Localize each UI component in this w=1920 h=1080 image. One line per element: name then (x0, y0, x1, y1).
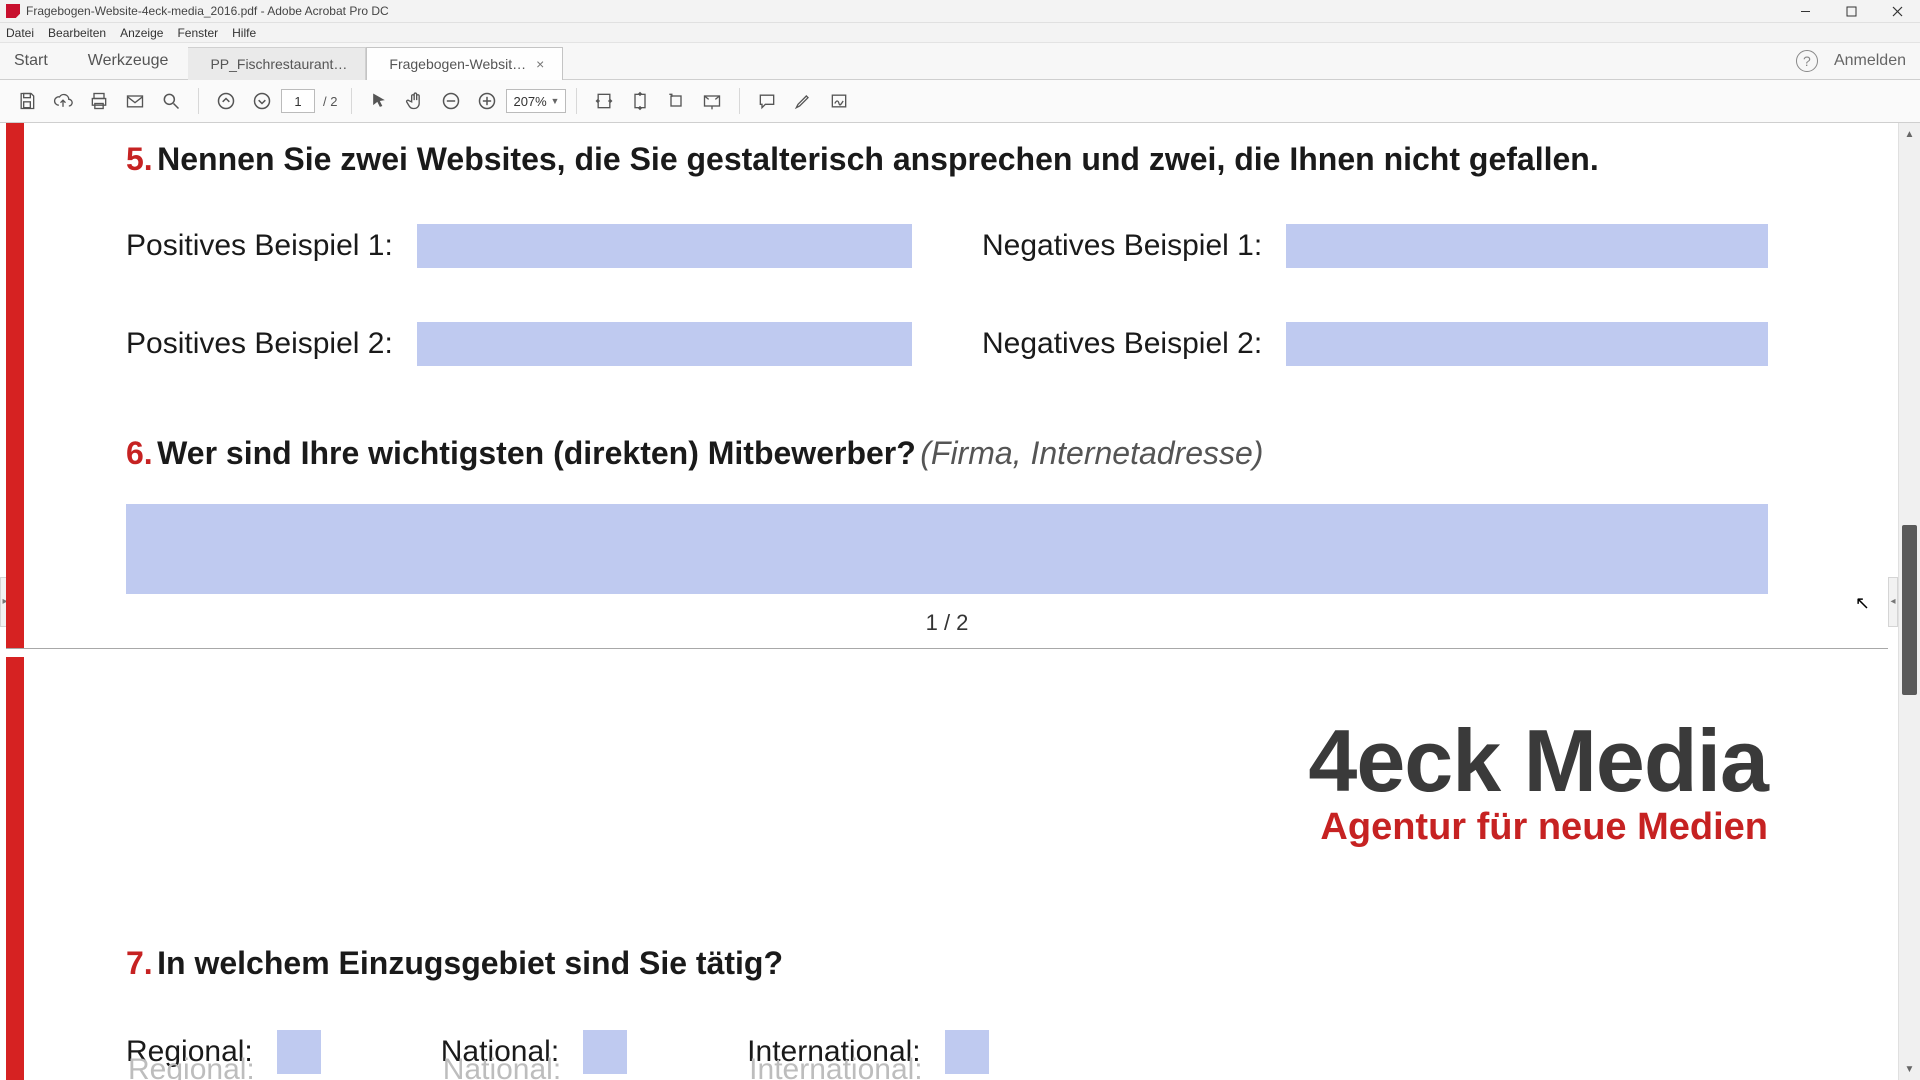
negative-example-2-label: Negatives Beispiel 2: (982, 327, 1262, 361)
highlight-icon[interactable] (786, 84, 820, 118)
document-tab-1[interactable]: PP_Fischrestaurant… (188, 47, 366, 80)
tabsrow: Start Werkzeuge PP_Fischrestaurant… Frag… (0, 43, 1920, 80)
negative-example-2-field[interactable] (1286, 322, 1768, 366)
titlebar: Fragebogen-Website-4eck-media_2016.pdf -… (0, 0, 1920, 23)
menu-anzeige[interactable]: Anzeige (120, 26, 163, 40)
page-red-sidebar (6, 657, 24, 1080)
scroll-thumb[interactable] (1902, 525, 1917, 695)
comment-icon[interactable] (750, 84, 784, 118)
home-tab[interactable]: Start (0, 52, 68, 70)
positive-example-1-field[interactable] (417, 224, 912, 268)
question-7-title: In welchem Einzugsgebiet sind Sie tätig? (157, 945, 783, 981)
window-maximize-button[interactable] (1828, 0, 1874, 23)
menu-hilfe[interactable]: Hilfe (232, 26, 256, 40)
brand-main-text: 4eck Media (1308, 721, 1768, 800)
pdf-page-2: 4eck Media Agentur für neue Medien 7. In… (6, 657, 1888, 1080)
regional-label: Regional: (126, 1035, 253, 1069)
right-panel-handle[interactable]: ◂ (1888, 577, 1898, 627)
menubar: Datei Bearbeiten Anzeige Fenster Hilfe (0, 23, 1920, 43)
fit-page-icon[interactable] (623, 84, 657, 118)
page-red-sidebar (6, 123, 24, 648)
pdf-page-1: 5. Nennen Sie zwei Websites, die Sie ges… (6, 123, 1888, 649)
butterfly-watermark-icon (34, 1061, 116, 1080)
menu-fenster[interactable]: Fenster (177, 26, 218, 40)
help-icon[interactable]: ? (1796, 50, 1818, 72)
international-label: International: (747, 1035, 920, 1069)
menu-datei[interactable]: Datei (6, 26, 34, 40)
question-6-hint: (Firma, Internetadresse) (920, 435, 1263, 471)
question-5-title: Nennen Sie zwei Websites, die Sie gestal… (157, 141, 1599, 177)
brand-logo: 4eck Media Agentur für neue Medien (1308, 721, 1768, 849)
chevron-down-icon: ▼ (551, 96, 560, 106)
zoom-select[interactable]: 207% ▼ (506, 89, 566, 113)
rotate-icon[interactable] (659, 84, 693, 118)
international-checkbox[interactable] (945, 1030, 989, 1074)
scroll-up-arrow-icon[interactable]: ▲ (1899, 123, 1920, 145)
positive-example-2-field[interactable] (417, 322, 912, 366)
zoom-in-icon[interactable] (470, 84, 504, 118)
page-up-icon[interactable] (209, 84, 243, 118)
mail-icon[interactable] (118, 84, 152, 118)
zoom-out-icon[interactable] (434, 84, 468, 118)
negative-example-1-label: Negatives Beispiel 1: (982, 229, 1262, 263)
document-tab-2-label: Fragebogen-Websit… (389, 56, 526, 72)
question-7: 7. In welchem Einzugsgebiet sind Sie tät… (126, 945, 1768, 1074)
negative-example-1-field[interactable] (1286, 224, 1768, 268)
scroll-down-arrow-icon[interactable]: ▼ (1899, 1058, 1920, 1080)
fit-width-icon[interactable] (587, 84, 621, 118)
window-minimize-button[interactable] (1782, 0, 1828, 23)
page-footer: 1 / 2 (926, 610, 969, 636)
selection-arrow-icon[interactable] (362, 84, 396, 118)
document-tab-2-close-icon[interactable]: × (526, 56, 544, 72)
signin-button[interactable]: Anmelden (1834, 52, 1906, 70)
window-close-button[interactable] (1874, 0, 1920, 23)
save-icon[interactable] (10, 84, 44, 118)
hand-tool-icon[interactable] (398, 84, 432, 118)
vertical-scrollbar[interactable]: ▲ ▼ (1898, 123, 1920, 1080)
signature-icon[interactable] (822, 84, 856, 118)
national-checkbox[interactable] (583, 1030, 627, 1074)
tools-tab[interactable]: Werkzeuge (68, 52, 189, 70)
question-5-number: 5. (126, 141, 153, 177)
document-tab-2[interactable]: Fragebogen-Websit… × (366, 47, 563, 80)
document-tab-1-label: PP_Fischrestaurant… (210, 56, 347, 72)
competitors-field[interactable] (126, 504, 1768, 594)
search-icon[interactable] (154, 84, 188, 118)
page-down-icon[interactable] (245, 84, 279, 118)
window-title: Fragebogen-Website-4eck-media_2016.pdf -… (26, 4, 389, 18)
positive-example-1-label: Positives Beispiel 1: (126, 229, 393, 263)
cloud-upload-icon[interactable] (46, 84, 80, 118)
question-7-number: 7. (126, 945, 153, 981)
read-mode-icon[interactable] (695, 84, 729, 118)
menu-bearbeiten[interactable]: Bearbeiten (48, 26, 106, 40)
question-6: 6. Wer sind Ihre wichtigsten (direkten) … (126, 435, 1768, 594)
regional-checkbox[interactable] (277, 1030, 321, 1074)
document-viewport: ▸ 5. Nennen Sie zwei Websites, die Sie g… (0, 123, 1920, 1080)
national-label: National: (441, 1035, 559, 1069)
scroll-track[interactable] (1899, 145, 1920, 1058)
page-number-input[interactable] (281, 89, 315, 113)
print-icon[interactable] (82, 84, 116, 118)
toolbar: / 2 207% ▼ (0, 80, 1920, 123)
positive-example-2-label: Positives Beispiel 2: (126, 327, 393, 361)
zoom-value: 207% (513, 94, 546, 109)
question-6-number: 6. (126, 435, 153, 471)
question-5: 5. Nennen Sie zwei Websites, die Sie ges… (126, 141, 1768, 366)
page-count-label: / 2 (317, 94, 341, 109)
question-6-title: Wer sind Ihre wichtigsten (direkten) Mit… (157, 435, 916, 471)
brand-sub-text: Agentur für neue Medien (1308, 806, 1768, 849)
acrobat-logo-icon (6, 4, 20, 18)
